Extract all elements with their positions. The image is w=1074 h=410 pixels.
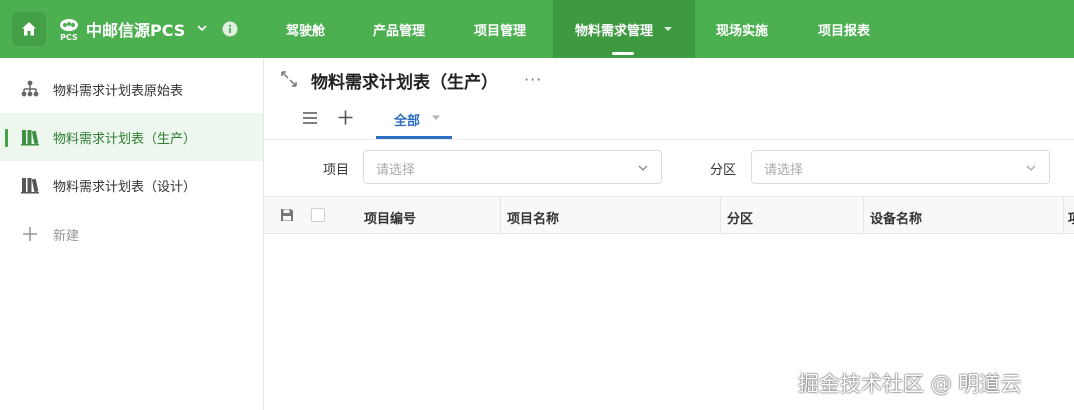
sidebar-item-label: 物料需求计划表（生产） [53, 132, 197, 147]
list-icon[interactable] [302, 110, 318, 126]
project-select-placeholder: 请选择 [376, 163, 416, 178]
project-select[interactable]: 请选择 [363, 150, 662, 184]
column-divider[interactable] [720, 197, 721, 234]
sidebar-new-button[interactable]: 新建 [0, 210, 263, 258]
sidebar-item-raw-table[interactable]: 物料需求计划表原始表 [0, 65, 263, 113]
info-icon[interactable] [222, 21, 238, 37]
books-icon [21, 178, 39, 194]
chevron-down-icon [638, 165, 648, 171]
nav-item-project-reports[interactable]: 项目报表 [818, 0, 870, 58]
collapse-arrows-icon[interactable] [280, 70, 298, 88]
org-tree-icon [21, 80, 39, 97]
top-nav-bar: PCS 中邮信源PCS 驾驶舱 产品管理 项目管理 物料需求管理 现场实施 项目… [0, 0, 1074, 58]
page-title: 物料需求计划表（生产） [311, 73, 498, 93]
zone-select[interactable]: 请选择 [751, 150, 1050, 184]
sidebar: 物料需求计划表原始表 物料需求计划表（生产） 物料需求计划表（设计） 新建 [0, 58, 264, 410]
column-header-project-number[interactable]: 项目编号 [364, 208, 416, 227]
active-indicator [5, 129, 8, 147]
column-header-project-name[interactable]: 项目名称 [507, 208, 559, 227]
active-nav-indicator [612, 52, 634, 55]
sidebar-item-label: 物料需求计划表原始表 [53, 84, 184, 99]
filter-label-project: 项目 [323, 163, 350, 178]
watermark-text: 掘金技术社区 @ 明道云 [798, 372, 1022, 396]
nav-item-material-demand[interactable]: 物料需求管理 [553, 0, 695, 58]
column-header-zone[interactable]: 分区 [727, 208, 753, 227]
nav-item-cockpit[interactable]: 驾驶舱 [286, 0, 325, 58]
sidebar-item-production-plan[interactable]: 物料需求计划表（生产） [0, 113, 263, 161]
add-view-icon[interactable] [337, 109, 354, 126]
chevron-down-icon[interactable] [196, 22, 208, 34]
pcs-logo-icon: PCS [60, 19, 78, 42]
tab-divider [264, 139, 1074, 140]
plus-icon [23, 227, 37, 241]
select-all-checkbox[interactable] [311, 208, 325, 222]
nav-item-project-management[interactable]: 项目管理 [474, 0, 526, 58]
save-icon[interactable] [280, 208, 294, 222]
column-header-truncated[interactable]: 项 [1068, 208, 1074, 227]
more-options-icon[interactable]: ··· [524, 70, 542, 89]
app-logo[interactable]: PCS 中邮信源PCS [56, 16, 185, 42]
home-icon [22, 22, 36, 36]
nav-item-site-implementation[interactable]: 现场实施 [716, 0, 768, 58]
table-header: 项目编号 项目名称 分区 设备名称 项 [264, 196, 1074, 234]
caret-down-icon[interactable] [431, 114, 441, 122]
column-divider[interactable] [1063, 197, 1064, 234]
app-root: PCS 中邮信源PCS 驾驶舱 产品管理 项目管理 物料需求管理 现场实施 项目… [0, 0, 1074, 410]
column-divider[interactable] [500, 197, 501, 234]
filter-label-zone: 分区 [710, 163, 737, 178]
logo-text: PCS [60, 33, 78, 42]
sidebar-new-label: 新建 [53, 229, 80, 244]
column-header-equipment-name[interactable]: 设备名称 [870, 208, 922, 227]
caret-down-icon [664, 27, 673, 31]
books-icon [21, 130, 39, 146]
tab-all[interactable]: 全部 [394, 110, 420, 129]
sidebar-item-design-plan[interactable]: 物料需求计划表（设计） [0, 161, 263, 209]
sidebar-item-label: 物料需求计划表（设计） [53, 180, 197, 195]
zone-select-placeholder: 请选择 [764, 163, 804, 178]
chevron-down-icon [1026, 165, 1036, 171]
nav-item-product-management[interactable]: 产品管理 [373, 0, 425, 58]
app-name: 中邮信源PCS [86, 21, 186, 40]
column-divider[interactable] [863, 197, 864, 234]
home-button[interactable] [12, 12, 46, 46]
